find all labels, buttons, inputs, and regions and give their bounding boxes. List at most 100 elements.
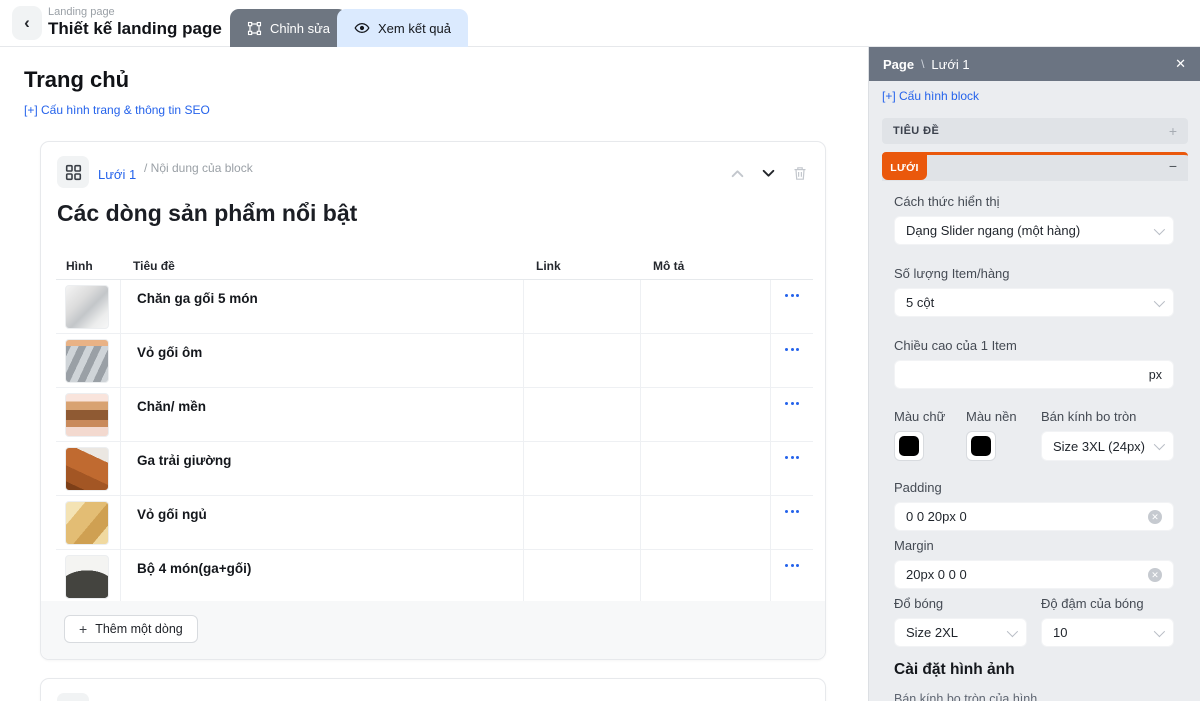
margin-label: Margin: [894, 538, 934, 553]
product-image: [65, 393, 109, 437]
row-link-cell[interactable]: [524, 334, 641, 387]
plus-icon: +: [79, 621, 87, 637]
padding-value: 0 0 20px 0: [906, 509, 967, 524]
move-up-icon[interactable]: [731, 169, 744, 178]
display-mode-select[interactable]: Dạng Slider ngang (một hàng): [894, 216, 1174, 245]
row-menu-button[interactable]: [771, 550, 813, 603]
border-radius-select[interactable]: Size 3XL (24px): [1041, 431, 1174, 461]
row-title-cell[interactable]: Vỏ gối ôm: [121, 334, 524, 387]
move-down-icon[interactable]: [762, 169, 775, 178]
chevron-left-icon: ‹: [24, 13, 30, 33]
card-footer: + Thêm một dòng: [41, 601, 825, 659]
row-link-cell[interactable]: [524, 442, 641, 495]
accordion-title-section[interactable]: TIÊU ĐỀ +: [882, 118, 1188, 144]
row-image-cell[interactable]: [56, 334, 121, 387]
block-card-grid: Lưới 1 / Nội dung của block Các dòng sản…: [40, 141, 826, 660]
col-header-title: Tiêu đề: [121, 259, 524, 273]
breadcrumb-root[interactable]: Page: [883, 57, 914, 72]
row-image-cell[interactable]: [56, 496, 121, 549]
row-desc-cell[interactable]: [641, 334, 771, 387]
landing-page-name: Trang chủ: [24, 67, 129, 93]
row-desc-cell[interactable]: [641, 550, 771, 603]
row-link-cell[interactable]: [524, 388, 641, 441]
block-content-label: / Nội dung của block: [144, 161, 253, 175]
accordion-grid-section[interactable]: LƯỚI −: [882, 152, 1188, 181]
row-desc-cell[interactable]: [641, 496, 771, 549]
back-button[interactable]: ‹: [12, 6, 42, 40]
content-table: Hình Tiêu đề Link Mô tả Chăn ga gối 5 mó…: [56, 253, 813, 604]
row-menu-button[interactable]: [771, 334, 813, 387]
padding-label: Padding: [894, 480, 942, 495]
row-menu-button[interactable]: [771, 496, 813, 549]
items-per-row-label: Số lượng Item/hàng: [894, 266, 1010, 281]
clear-icon[interactable]: ✕: [1148, 568, 1162, 582]
tab-edit-label: Chỉnh sửa: [270, 21, 330, 36]
table-row: Chăn/ mền: [56, 388, 813, 442]
ellipsis-icon: [785, 402, 799, 405]
item-height-input[interactable]: px: [894, 360, 1174, 389]
text-color-swatch[interactable]: [894, 431, 924, 461]
row-menu-button[interactable]: [771, 280, 813, 333]
row-title-cell[interactable]: Vỏ gối ngủ: [121, 496, 524, 549]
bg-color-label: Màu nền: [966, 409, 1017, 424]
row-image-cell[interactable]: [56, 280, 121, 333]
col-header-link: Link: [524, 259, 641, 273]
shadow-opacity-label: Độ đậm của bóng: [1041, 596, 1144, 611]
row-title-cell[interactable]: Chăn ga gối 5 món: [121, 280, 524, 333]
clear-icon[interactable]: ✕: [1148, 510, 1162, 524]
block-config-link[interactable]: [+] Cấu hình block: [882, 89, 979, 103]
seo-config-link[interactable]: [+] Cấu hình trang & thông tin SEO: [24, 103, 210, 117]
plus-icon: +: [1169, 123, 1177, 139]
page-title: Thiết kế landing page: [48, 19, 222, 39]
close-icon[interactable]: ✕: [1175, 56, 1186, 72]
items-per-row-value: 5 cột: [906, 295, 934, 310]
row-image-cell[interactable]: [56, 550, 121, 603]
row-title-cell[interactable]: Ga trải giường: [121, 442, 524, 495]
tab-view-result[interactable]: Xem kết quả: [337, 9, 468, 47]
add-row-button[interactable]: + Thêm một dòng: [64, 615, 198, 643]
shadow-value: Size 2XL: [906, 625, 958, 640]
shadow-select[interactable]: Size 2XL: [894, 618, 1027, 647]
banner-image-icon: [57, 693, 89, 701]
row-menu-button[interactable]: [771, 388, 813, 441]
row-title-cell[interactable]: Bộ 4 món(ga+gối): [121, 550, 524, 603]
row-title-cell[interactable]: Chăn/ mền: [121, 388, 524, 441]
row-link-cell[interactable]: [524, 280, 641, 333]
block-name-link[interactable]: Lưới 1: [98, 167, 136, 182]
trash-icon[interactable]: [793, 166, 807, 181]
table-row: Vỏ gối ôm: [56, 334, 813, 388]
row-image-cell[interactable]: [56, 388, 121, 441]
table-row: Vỏ gối ngủ: [56, 496, 813, 550]
table-row: Bộ 4 món(ga+gối): [56, 550, 813, 604]
table-row: Chăn ga gối 5 món: [56, 280, 813, 334]
shadow-label: Đổ bóng: [894, 596, 943, 611]
accordion-title-label: TIÊU ĐỀ: [893, 125, 939, 137]
padding-input[interactable]: 0 0 20px 0 ✕: [894, 502, 1174, 531]
grid-section-badge: LƯỚI: [882, 155, 927, 180]
bg-color-swatch[interactable]: [966, 431, 996, 461]
table-row: Ga trải giường: [56, 442, 813, 496]
row-link-cell[interactable]: [524, 550, 641, 603]
row-desc-cell[interactable]: [641, 388, 771, 441]
row-link-cell[interactable]: [524, 496, 641, 549]
row-menu-button[interactable]: [771, 442, 813, 495]
col-header-image: Hình: [56, 259, 121, 273]
tab-edit[interactable]: Chỉnh sửa: [230, 9, 347, 47]
ellipsis-icon: [785, 294, 799, 297]
col-header-desc: Mô tả: [641, 259, 771, 273]
top-bar: ‹ Landing page Thiết kế landing page Chỉ…: [0, 0, 1200, 47]
tab-view-label: Xem kết quả: [378, 21, 451, 36]
crop-selection-icon: [247, 21, 262, 36]
shadow-opacity-select[interactable]: 10: [1041, 618, 1174, 647]
row-image-cell[interactable]: [56, 442, 121, 495]
items-per-row-select[interactable]: 5 cột: [894, 288, 1174, 317]
breadcrumb-current: Lưới 1: [931, 57, 969, 72]
table-header-row: Hình Tiêu đề Link Mô tả: [56, 253, 813, 280]
margin-input[interactable]: 20px 0 0 0 ✕: [894, 560, 1174, 589]
row-desc-cell[interactable]: [641, 442, 771, 495]
eye-icon: [354, 20, 370, 36]
image-radius-label: Bán kính bo tròn của hình: [894, 692, 1037, 701]
product-image: [65, 555, 109, 599]
product-image: [65, 501, 109, 545]
row-desc-cell[interactable]: [641, 280, 771, 333]
